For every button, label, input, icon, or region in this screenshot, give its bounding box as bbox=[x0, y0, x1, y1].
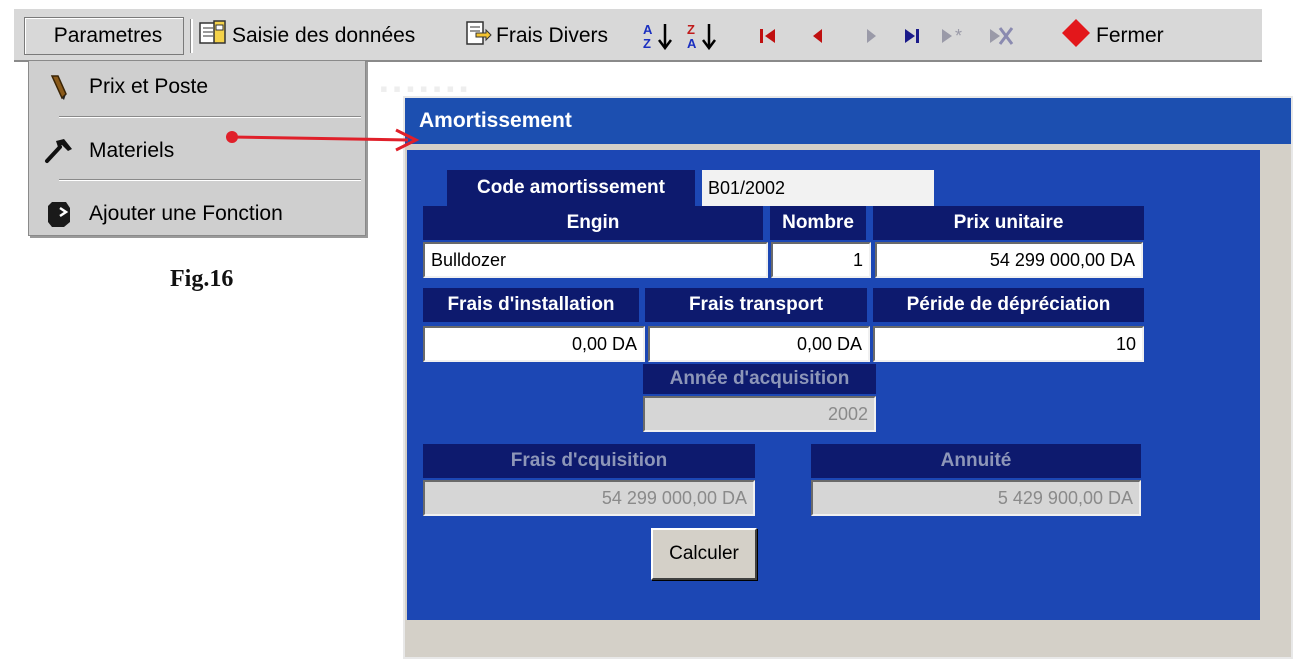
parametres-label: Parametres bbox=[53, 24, 163, 47]
document-arrow-icon bbox=[464, 19, 492, 53]
pencil-icon bbox=[43, 73, 75, 101]
next-record-button[interactable] bbox=[856, 21, 884, 51]
last-record-icon bbox=[905, 29, 919, 43]
window-title: Amortissement bbox=[419, 109, 572, 132]
new-record-button[interactable]: * bbox=[938, 21, 974, 51]
engin-field[interactable]: Bulldozer bbox=[423, 242, 768, 278]
engin-label: Engin bbox=[423, 206, 763, 240]
frais-installation-field[interactable]: 0,00 DA bbox=[423, 326, 645, 362]
menu-item-label: Materiels bbox=[89, 139, 175, 162]
frais-installation-label: Frais d'installation bbox=[423, 288, 639, 322]
frais-transport-label: Frais transport bbox=[645, 288, 867, 322]
menu-separator bbox=[59, 179, 361, 181]
toolbar: Parametres Saisie des données Frais Dive… bbox=[14, 8, 1262, 62]
saisie-button[interactable]: Saisie des données bbox=[198, 17, 415, 55]
frais-divers-label: Frais Divers bbox=[496, 24, 609, 47]
frais-divers-button[interactable]: Frais Divers bbox=[464, 17, 608, 55]
prix-unitaire-label: Prix unitaire bbox=[873, 206, 1144, 240]
code-amortissement-field[interactable]: B01/2002 bbox=[702, 170, 934, 206]
next-record-icon bbox=[867, 29, 876, 43]
form-area: Code amortissement B01/2002 Engin Nombre… bbox=[407, 150, 1260, 620]
fermer-button[interactable]: Fermer bbox=[1060, 17, 1164, 55]
periode-depreciation-field[interactable]: 10 bbox=[873, 326, 1144, 362]
delete-record-button[interactable] bbox=[984, 21, 1018, 51]
close-diamond-icon bbox=[1060, 17, 1092, 55]
previous-record-icon bbox=[813, 29, 822, 43]
figure-caption: Fig.16 bbox=[170, 266, 234, 292]
previous-record-button[interactable] bbox=[804, 21, 832, 51]
frais-transport-field[interactable]: 0,00 DA bbox=[648, 326, 870, 362]
annuite-field: 5 429 900,00 DA bbox=[811, 480, 1141, 516]
new-record-icon: * bbox=[942, 26, 962, 46]
annee-acquisition-label: Année d'acquisition bbox=[643, 364, 876, 394]
code-amortissement-label: Code amortissement bbox=[447, 170, 695, 206]
prix-unitaire-field[interactable]: 54 299 000,00 DA bbox=[875, 242, 1143, 278]
saisie-label: Saisie des données bbox=[232, 24, 416, 47]
sort-ascending-button[interactable]: A Z bbox=[640, 21, 676, 51]
parametres-dropdown-menu: Prix et Poste Materiels Ajouter une Fonc… bbox=[28, 60, 366, 236]
fermer-label: Fermer bbox=[1096, 24, 1164, 47]
annuite-label: Annuité bbox=[811, 444, 1141, 478]
menu-item-ajouter-fonction[interactable]: Ajouter une Fonction bbox=[29, 194, 365, 234]
periode-depreciation-label: Péride de dépréciation bbox=[873, 288, 1144, 322]
delete-record-icon bbox=[990, 27, 1014, 45]
svg-text:Z: Z bbox=[643, 36, 651, 51]
first-record-button[interactable] bbox=[754, 21, 782, 51]
hammer-icon bbox=[43, 137, 75, 165]
sort-descending-button[interactable]: Z A bbox=[684, 21, 720, 51]
svg-text:Z: Z bbox=[687, 22, 695, 37]
menu-item-materiels[interactable]: Materiels bbox=[29, 131, 365, 171]
window-title-bar[interactable]: Amortissement bbox=[405, 98, 1291, 144]
amortissement-window: Amortissement Code amortissement B01/200… bbox=[403, 96, 1293, 659]
nombre-field[interactable]: 1 bbox=[771, 242, 871, 278]
menu-separator bbox=[59, 116, 361, 118]
frais-acquisition-label: Frais d'cquisition bbox=[423, 444, 755, 478]
parametres-menu-button[interactable]: Parametres bbox=[24, 17, 184, 55]
menu-item-label: Ajouter une Fonction bbox=[89, 202, 283, 225]
function-icon bbox=[43, 200, 75, 228]
annee-acquisition-field: 2002 bbox=[643, 396, 876, 432]
menu-item-prix-et-poste[interactable]: Prix et Poste bbox=[29, 67, 365, 107]
toolbar-separator bbox=[190, 19, 193, 53]
svg-text:A: A bbox=[643, 22, 653, 37]
svg-text:*: * bbox=[955, 26, 962, 46]
calculer-button[interactable]: Calculer bbox=[651, 528, 757, 580]
last-record-button[interactable] bbox=[898, 21, 926, 51]
first-record-icon bbox=[760, 29, 775, 43]
window-right-panel bbox=[1260, 150, 1291, 620]
svg-text:A: A bbox=[687, 36, 697, 51]
sort-ascending-icon: A Z bbox=[643, 22, 672, 51]
menu-item-label: Prix et Poste bbox=[89, 75, 209, 98]
data-entry-icon bbox=[198, 19, 228, 53]
frais-acquisition-field: 54 299 000,00 DA bbox=[423, 480, 755, 516]
nombre-label: Nombre bbox=[770, 206, 866, 240]
sort-descending-icon: Z A bbox=[687, 22, 716, 51]
